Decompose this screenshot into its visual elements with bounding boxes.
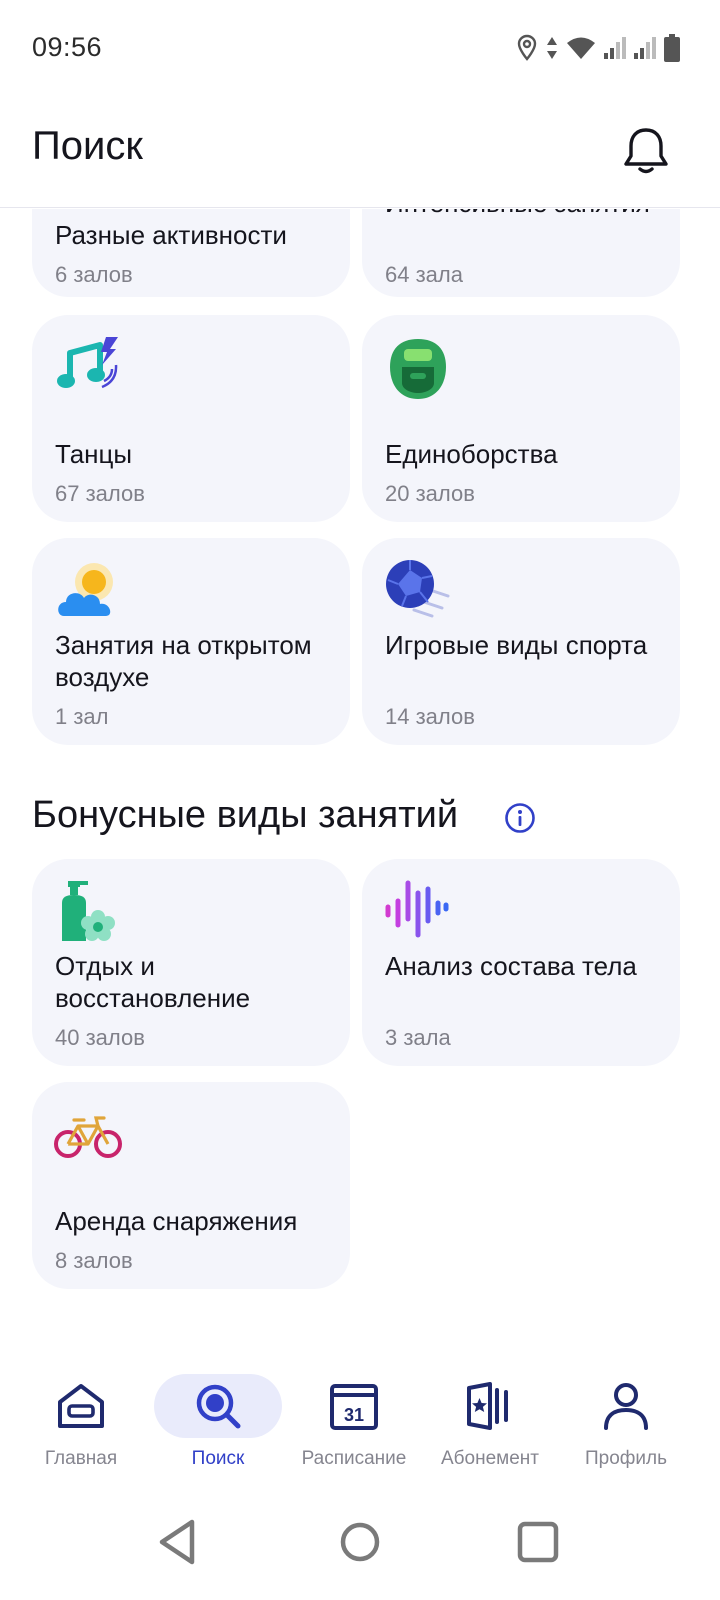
nav-label: Главная bbox=[44, 1448, 118, 1469]
category-title: Танцы bbox=[55, 439, 133, 469]
category-title: Интенсивные занятия bbox=[385, 209, 662, 219]
category-count: 6 залов bbox=[55, 262, 133, 287]
nav-search[interactable]: Поиск bbox=[148, 1340, 288, 1470]
bonus-title: Отдых и восстановление bbox=[55, 951, 251, 1013]
category-count: 14 залов bbox=[385, 704, 475, 729]
bonus-title: Анализ состава тела bbox=[385, 951, 637, 981]
search-content[interactable]: Разные активности 6 залов Интенсивные за… bbox=[0, 209, 720, 1340]
music-notes-icon bbox=[57, 337, 118, 389]
category-card[interactable]: Разные активности 6 залов bbox=[32, 209, 350, 297]
nav-label: Расписание bbox=[301, 1448, 407, 1469]
nav-schedule[interactable]: 31 Расписание bbox=[284, 1340, 424, 1470]
nav-label: Профиль bbox=[584, 1448, 668, 1469]
category-card[interactable]: Единоборства 20 залов bbox=[362, 315, 680, 522]
membership-icon bbox=[467, 1382, 508, 1430]
search-icon bbox=[196, 1384, 241, 1429]
home-icon bbox=[58, 1384, 104, 1428]
bonus-section-title: Бонусные виды занятий bbox=[32, 794, 459, 836]
nav-profile[interactable]: Профиль bbox=[556, 1340, 696, 1470]
bicycle-icon bbox=[54, 1116, 122, 1158]
bonus-card[interactable]: Анализ состава тела 3 зала bbox=[362, 859, 680, 1066]
category-card[interactable]: Танцы 67 залов bbox=[32, 315, 350, 522]
app-header: Поиск bbox=[0, 96, 720, 208]
back-icon[interactable] bbox=[148, 1512, 208, 1572]
page-title: Поиск bbox=[32, 124, 143, 168]
category-card[interactable]: Игровые виды спорта 14 залов bbox=[362, 538, 680, 745]
category-title: Единоборства bbox=[385, 439, 558, 469]
nav-label: Поиск bbox=[191, 1448, 245, 1469]
category-count: 64 зала bbox=[385, 262, 463, 287]
system-nav-bar bbox=[0, 1490, 720, 1600]
category-count: 20 залов bbox=[385, 481, 475, 506]
notifications-bell-icon[interactable] bbox=[618, 122, 674, 178]
recents-icon[interactable] bbox=[508, 1512, 568, 1572]
bonus-count: 40 залов bbox=[55, 1025, 145, 1050]
calendar-icon: 31 bbox=[330, 1384, 378, 1430]
category-count: 1 зал bbox=[55, 704, 109, 729]
status-bar: 09:56 bbox=[0, 0, 720, 96]
nav-label: Абонемент bbox=[440, 1448, 539, 1469]
category-count: 67 залов bbox=[55, 481, 145, 506]
calendar-day: 31 bbox=[344, 1405, 364, 1425]
bottom-nav: Главная Поиск 31 Расписание Абонемент Пр… bbox=[0, 1340, 720, 1490]
category-title: Занятия на открытом воздухе bbox=[55, 630, 312, 692]
sun-cloud-icon bbox=[58, 563, 113, 616]
category-card[interactable]: Занятия на открытом воздухе 1 зал bbox=[32, 538, 350, 745]
nav-home[interactable]: Главная bbox=[11, 1340, 151, 1470]
home-circle-icon[interactable] bbox=[330, 1512, 390, 1572]
category-title: Разные активности bbox=[55, 220, 287, 250]
category-card[interactable]: Интенсивные занятия 64 зала bbox=[362, 209, 680, 297]
status-time: 09:56 bbox=[32, 32, 103, 62]
location-icon bbox=[517, 34, 537, 61]
signal-2-icon bbox=[634, 37, 656, 59]
wifi-icon bbox=[567, 37, 595, 59]
category-title: Игровые виды спорта bbox=[385, 630, 648, 660]
bonus-count: 8 залов bbox=[55, 1248, 133, 1273]
info-icon[interactable] bbox=[504, 802, 536, 834]
bonus-card[interactable]: Аренда снаряжения 8 залов bbox=[32, 1082, 350, 1289]
nav-membership[interactable]: Абонемент bbox=[420, 1340, 560, 1470]
signal-icon bbox=[604, 37, 626, 59]
spa-bottle-icon bbox=[62, 881, 115, 941]
battery-icon bbox=[664, 34, 680, 62]
ball-icon bbox=[386, 560, 450, 618]
bonus-card[interactable]: Отдых и восстановление 40 залов bbox=[32, 859, 350, 1066]
bonus-count: 3 зала bbox=[385, 1025, 451, 1050]
bonus-title: Аренда снаряжения bbox=[55, 1206, 298, 1236]
boxing-helmet-icon bbox=[390, 339, 446, 399]
sound-wave-icon bbox=[385, 880, 449, 938]
data-arrows-icon bbox=[547, 37, 557, 59]
status-icons bbox=[516, 30, 680, 66]
profile-icon bbox=[604, 1383, 648, 1430]
